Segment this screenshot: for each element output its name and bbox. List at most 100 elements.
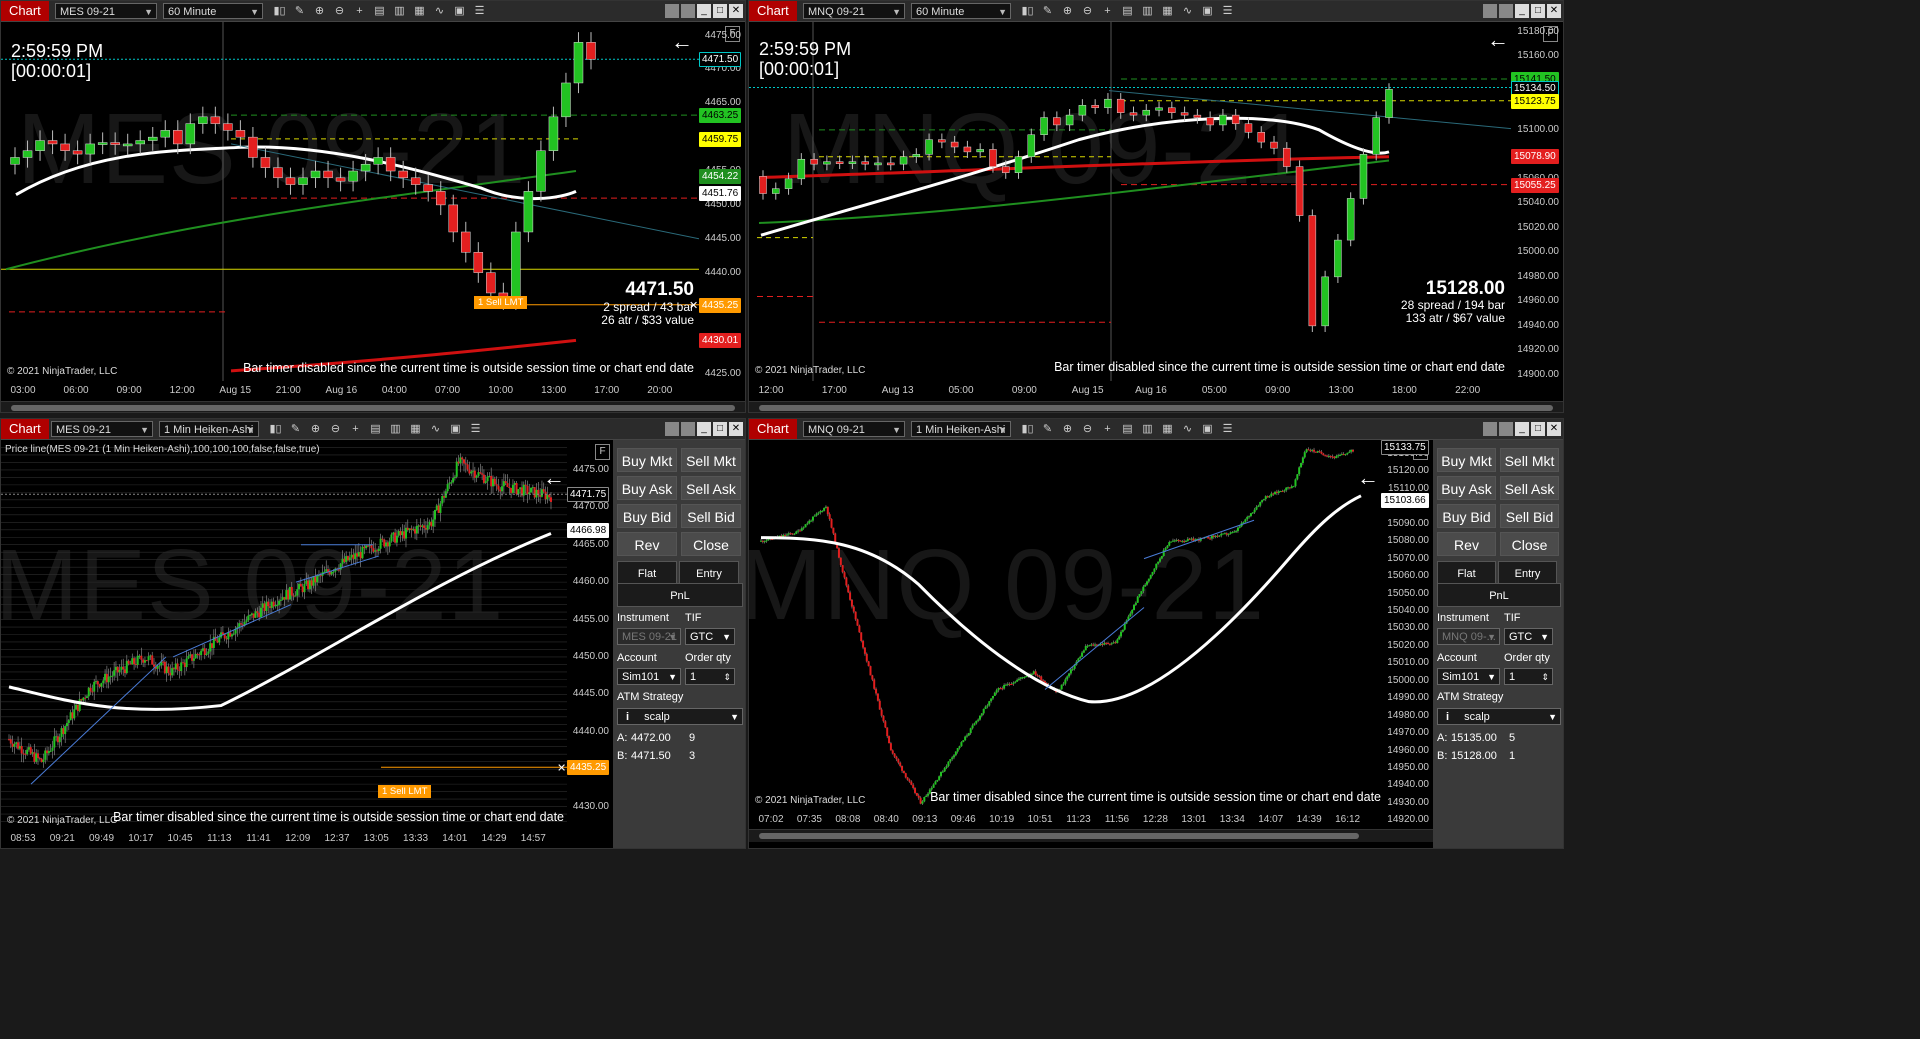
close-icon[interactable]: ✕	[1547, 422, 1561, 436]
maximize-icon[interactable]: □	[713, 422, 727, 436]
zoom-out-icon[interactable]: ⊖	[1079, 421, 1096, 437]
link-icon[interactable]	[665, 422, 679, 436]
properties-icon[interactable]: ▤	[371, 3, 388, 19]
pencil-icon[interactable]: ✎	[291, 3, 308, 19]
sell-limit-order-label[interactable]: 1 Sell LMT	[474, 296, 528, 309]
instrument-selector[interactable]: MNQ 09-21 ▼	[803, 3, 905, 19]
data-box-icon[interactable]: ▣	[447, 421, 464, 437]
chart-title[interactable]: Chart	[749, 419, 797, 439]
price-axis[interactable]: F15130.0015120.0015110.0015100.0015090.0…	[1381, 440, 1433, 829]
buy-bid-button[interactable]: Buy Bid	[617, 504, 677, 528]
list-icon[interactable]: ☰	[471, 3, 488, 19]
buy-bid-button[interactable]: Buy Bid	[1437, 504, 1496, 528]
bar-type-icon[interactable]: ▮▯	[1019, 3, 1036, 19]
scrollbar-thumb[interactable]	[759, 833, 1359, 839]
workspace-icon[interactable]	[681, 4, 695, 18]
price-axis[interactable]: F 4475.00 4470.00 4465.00 4460.00 4455.00 4450…	[567, 440, 613, 829]
zoom-out-icon[interactable]: ⊖	[1079, 3, 1096, 19]
sell-limit-order-label[interactable]: 1 Sell LMT	[378, 785, 432, 798]
time-axis[interactable]: 08:53 09:21 09:49 10:17 10:45 11:13 11:41 12:09…	[1, 829, 567, 848]
rev-button[interactable]: Rev	[1437, 532, 1496, 556]
indicators-icon[interactable]: ∿	[1179, 3, 1196, 19]
templates-icon[interactable]: ▥	[387, 421, 404, 437]
flat-button[interactable]: Flat	[617, 561, 677, 585]
rev-button[interactable]: Rev	[617, 532, 677, 556]
link-icon[interactable]	[1483, 422, 1497, 436]
time-axis[interactable]: 03:00 06:00 09:00 12:00 Aug 15 21:00 Aug 16 04:…	[1, 381, 699, 401]
minimize-icon[interactable]: _	[697, 4, 711, 18]
order-instrument-select[interactable]: MNQ 09-... ▼	[1437, 628, 1500, 645]
interval-selector[interactable]: 1 Min Heiken-Ashi ▼	[159, 421, 259, 437]
atm-strategy-select[interactable]: i scalp ▼	[617, 708, 743, 725]
minimize-icon[interactable]: _	[1515, 422, 1529, 436]
stepper-icon[interactable]: ⇕	[723, 669, 731, 686]
zoom-in-icon[interactable]: ⊕	[307, 421, 324, 437]
chart-plot-area[interactable]: MNQ 09-21 ← © 2021 NinjaTrader, LLC Bar …	[749, 440, 1381, 829]
chart-plot-area[interactable]: MES 09-21 ✕ Price line(MES 09-21 (1 Min …	[1, 440, 567, 829]
templates-icon[interactable]: ▥	[391, 3, 408, 19]
instrument-selector[interactable]: MES 09-21 ▼	[55, 3, 157, 19]
crosshair-icon[interactable]: +	[347, 421, 364, 437]
time-axis[interactable]: 12:00 17:00 Aug 13 05:00 09:00 Aug 15 Aug 16 05…	[749, 381, 1511, 401]
tif-select[interactable]: GTC ▼	[685, 628, 735, 645]
close-button[interactable]: Close	[681, 532, 741, 556]
horizontal-scrollbar[interactable]	[1, 401, 745, 412]
buy-ask-button[interactable]: Buy Ask	[617, 476, 677, 500]
close-button[interactable]: Close	[1500, 532, 1559, 556]
order-qty-stepper[interactable]: 1 ⇕	[685, 668, 735, 685]
crosshair-icon[interactable]: +	[1099, 3, 1116, 19]
close-icon[interactable]: ✕	[729, 422, 743, 436]
link-icon[interactable]	[665, 4, 679, 18]
indicators-icon[interactable]: ∿	[431, 3, 448, 19]
scrollbar-thumb[interactable]	[759, 405, 1553, 411]
sell-ask-button[interactable]: Sell Ask	[681, 476, 741, 500]
account-select[interactable]: Sim101 ▼	[1437, 668, 1500, 685]
properties-icon[interactable]: ▤	[1119, 3, 1136, 19]
templates-icon[interactable]: ▥	[1139, 3, 1156, 19]
close-icon[interactable]: ✕	[1547, 4, 1561, 18]
list-icon[interactable]: ☰	[467, 421, 484, 437]
data-box-icon[interactable]: ▣	[1199, 3, 1216, 19]
back-arrow-icon[interactable]: ←	[543, 467, 565, 489]
zoom-out-icon[interactable]: ⊖	[327, 421, 344, 437]
strategies-icon[interactable]: ▦	[1159, 421, 1176, 437]
workspace-icon[interactable]	[1499, 4, 1513, 18]
horizontal-scrollbar[interactable]	[749, 401, 1563, 412]
zoom-out-icon[interactable]: ⊖	[331, 3, 348, 19]
tif-select[interactable]: GTC ▼	[1504, 628, 1553, 645]
minimize-icon[interactable]: _	[1515, 4, 1529, 18]
maximize-icon[interactable]: □	[1531, 4, 1545, 18]
list-icon[interactable]: ☰	[1219, 3, 1236, 19]
chart-plot-area[interactable]: MNQ 09-21 2:59:59 PM [00:00:01] ← 15128.…	[749, 22, 1511, 381]
bar-type-icon[interactable]: ▮▯	[1019, 421, 1036, 437]
order-instrument-select[interactable]: MES 09-21 ▼	[617, 628, 681, 645]
zoom-in-icon[interactable]: ⊕	[311, 3, 328, 19]
interval-selector[interactable]: 60 Minute ▼	[911, 3, 1011, 19]
sell-ask-button[interactable]: Sell Ask	[1500, 476, 1559, 500]
strategies-icon[interactable]: ▦	[407, 421, 424, 437]
crosshair-icon[interactable]: +	[1099, 421, 1116, 437]
flat-button[interactable]: Flat	[1437, 561, 1496, 585]
chart-plot-area[interactable]: MES 09-21 ✕ 2:59:59 PM [00:00:01] ← 4471…	[1, 22, 699, 381]
data-box-icon[interactable]: ▣	[451, 3, 468, 19]
pencil-icon[interactable]: ✎	[1039, 421, 1056, 437]
maximize-icon[interactable]: □	[1531, 422, 1545, 436]
info-icon[interactable]: i	[626, 711, 632, 723]
indicators-icon[interactable]: ∿	[1179, 421, 1196, 437]
entry-button[interactable]: Entry	[1498, 561, 1557, 585]
stepper-icon[interactable]: ⇕	[1541, 669, 1549, 686]
back-arrow-icon[interactable]: ←	[1357, 467, 1379, 489]
buy-mkt-button[interactable]: Buy Mkt	[1437, 448, 1496, 472]
crosshair-icon[interactable]: +	[351, 3, 368, 19]
horizontal-scrollbar[interactable]	[749, 829, 1433, 842]
indicators-icon[interactable]: ∿	[427, 421, 444, 437]
atm-strategy-select[interactable]: i scalp ▼	[1437, 708, 1561, 725]
account-select[interactable]: Sim101 ▼	[617, 668, 681, 685]
strategies-icon[interactable]: ▦	[1159, 3, 1176, 19]
bar-type-icon[interactable]: ▮▯	[271, 3, 288, 19]
properties-icon[interactable]: ▤	[367, 421, 384, 437]
sell-mkt-button[interactable]: Sell Mkt	[1500, 448, 1559, 472]
sell-bid-button[interactable]: Sell Bid	[1500, 504, 1559, 528]
link-icon[interactable]	[1483, 4, 1497, 18]
buy-mkt-button[interactable]: Buy Mkt	[617, 448, 677, 472]
